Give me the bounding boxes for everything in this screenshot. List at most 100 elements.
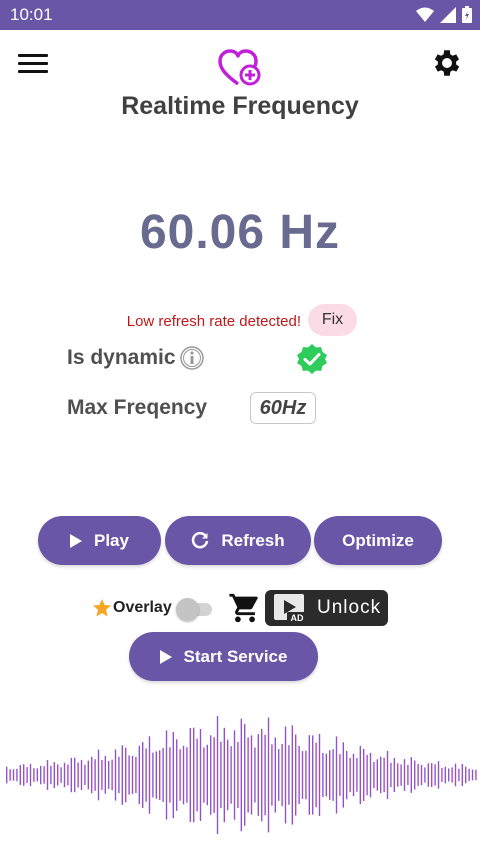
waveform-bar — [274, 737, 276, 813]
waveform-bar — [465, 766, 467, 784]
waveform-bar — [227, 739, 229, 811]
waveform-bar — [152, 752, 154, 798]
gear-icon[interactable] — [430, 46, 464, 80]
play-button[interactable]: Play — [38, 516, 161, 565]
start-service-button[interactable]: Start Service — [129, 632, 318, 681]
refresh-button[interactable]: Refresh — [165, 516, 311, 565]
waveform-bar — [9, 769, 11, 781]
waveform-bar — [23, 764, 25, 786]
waveform-bar — [159, 750, 161, 800]
waveform-bar — [451, 767, 453, 783]
waveform-bar — [210, 735, 212, 815]
waveform-bar — [471, 769, 474, 781]
waveform-bar — [318, 734, 321, 816]
waveform-bar — [196, 738, 198, 812]
waveform-bar — [261, 728, 263, 822]
waveform-bar — [335, 736, 338, 814]
refresh-icon — [191, 531, 209, 550]
waveform-bar — [410, 757, 412, 793]
waveform-bar — [444, 766, 446, 784]
waveform-bar — [373, 762, 375, 789]
waveform-bar — [94, 759, 96, 791]
waveform-bar — [6, 766, 8, 784]
waveform-bar — [91, 756, 93, 794]
waveform-bar — [461, 764, 463, 786]
app-bar: Realtime Frequency — [0, 30, 480, 130]
waveform-bar — [206, 744, 208, 806]
waveform-bar — [87, 760, 89, 790]
menu-button[interactable] — [16, 50, 50, 76]
waveform-bar — [19, 765, 21, 785]
waveform-bar — [325, 753, 327, 797]
max-frequency-value: 60Hz — [250, 392, 316, 424]
waveform-bar — [50, 765, 52, 785]
fix-button[interactable]: Fix — [308, 304, 357, 336]
waveform-bar — [301, 751, 304, 799]
waveform-bar — [383, 757, 385, 793]
overlay-label: Overlay — [113, 599, 172, 616]
waveform-bar — [427, 763, 429, 787]
waveform-bar — [264, 734, 266, 816]
waveform-bar — [291, 725, 293, 825]
waveform-bar — [349, 757, 351, 793]
waveform-bar — [148, 736, 151, 814]
waveform-bar — [288, 745, 290, 805]
heart-plus-icon — [218, 49, 261, 86]
waveform-bar — [363, 749, 365, 801]
overlay-row: Overlay AD Unlock — [0, 588, 480, 628]
frequency-readout: 60.06 Hz — [139, 206, 341, 259]
start-service-label: Start Service — [183, 646, 288, 666]
ad-badge: AD — [291, 613, 304, 623]
info-icon[interactable] — [180, 346, 204, 370]
waveform-bar — [12, 769, 15, 781]
cart-icon[interactable] — [228, 591, 262, 625]
waveform-bar — [397, 763, 399, 787]
waveform-bar — [128, 755, 130, 795]
waveform-bar — [104, 756, 106, 794]
page-title: Realtime Frequency — [121, 92, 359, 120]
waveform-bar — [46, 760, 49, 790]
waveform-bar — [223, 727, 225, 823]
waveform-bar — [298, 745, 300, 804]
waveform-bar — [111, 759, 113, 791]
waveform-bar — [342, 742, 344, 808]
unlock-label: Unlock — [317, 597, 382, 618]
verified-check-icon — [297, 344, 327, 374]
signal-icon — [440, 6, 456, 23]
waveform-bar — [233, 730, 236, 820]
waveform-bar — [220, 741, 222, 809]
waveform-bar — [322, 752, 324, 797]
waveform-bar — [67, 764, 69, 786]
waveform-bar — [26, 767, 28, 783]
play-label: Play — [94, 530, 129, 550]
unlock-button[interactable]: AD Unlock — [265, 590, 388, 626]
waveform-bar — [199, 729, 202, 821]
waveform-bar — [155, 751, 157, 799]
overlay-toggle[interactable] — [176, 598, 212, 621]
waveform-bar — [267, 717, 270, 833]
waveform-bar — [114, 749, 117, 801]
optimize-button[interactable]: Optimize — [314, 516, 442, 565]
waveform-bar — [203, 747, 205, 803]
play-icon — [70, 533, 82, 548]
waveform-bar — [125, 747, 127, 803]
waveform-bar — [441, 768, 443, 782]
waveform-bar — [332, 749, 334, 801]
waveform-bar — [369, 752, 372, 798]
battery-icon — [462, 6, 472, 23]
waveform-bar — [414, 760, 416, 790]
waveform-bar — [213, 737, 215, 813]
waveform-bar — [284, 726, 287, 824]
waveform-bar — [135, 756, 137, 793]
waveform-bar — [295, 734, 297, 816]
waveform-bar — [250, 735, 253, 815]
waveform-bar — [431, 763, 433, 787]
waveform-bar — [36, 768, 38, 782]
waveform-bar — [57, 764, 59, 786]
waveform-bar — [434, 764, 436, 786]
warning-text: Low refresh rate detected! — [126, 313, 301, 330]
waveform-bar — [237, 742, 239, 808]
waveform-bar — [97, 749, 100, 801]
waveform-bar — [376, 759, 378, 791]
waveform-bar — [169, 747, 171, 803]
